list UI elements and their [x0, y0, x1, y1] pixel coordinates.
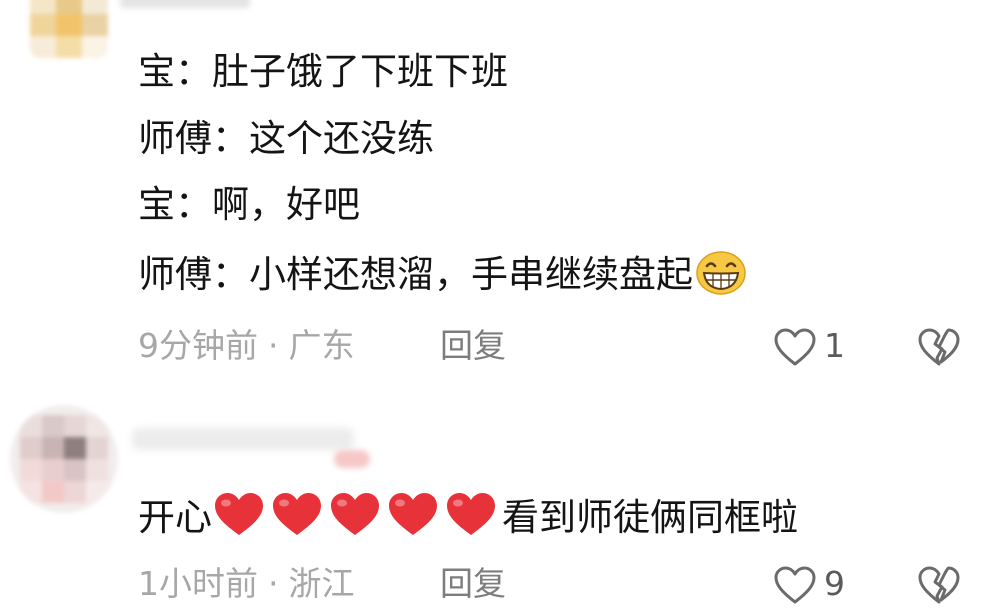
meta-separator: ·: [268, 326, 279, 365]
heart-emoji-group: [212, 490, 502, 550]
heart-outline-icon[interactable]: [772, 564, 818, 606]
comment-time: 1小时前: [138, 564, 258, 603]
comment-text: 看到师徒俩同框啦: [502, 496, 798, 539]
comment-time: 9分钟前: [138, 326, 258, 365]
broken-heart-icon[interactable]: [916, 326, 962, 368]
like-count: 9: [824, 564, 845, 603]
reply-button[interactable]: 回复: [440, 564, 506, 604]
comment-location: 浙江: [288, 564, 355, 603]
comment-line-text: 师傅：小样还想溜，手串继续盘起: [138, 253, 693, 296]
username-blurred[interactable]: [120, 0, 250, 8]
comment-location: 广东: [288, 326, 355, 365]
comment-meta: 1小时前 · 浙江: [138, 564, 355, 604]
comment-meta: 9分钟前 · 广东: [138, 326, 355, 366]
red-heart-icon: [447, 493, 495, 535]
comment-line: 开心 看到师徒俩同框啦: [138, 490, 798, 550]
red-heart-icon: [215, 493, 263, 535]
comment-line: 师傅：小样还想溜，手串继续盘起: [138, 250, 747, 297]
red-heart-icon: [331, 493, 379, 535]
meta-separator: ·: [268, 564, 279, 603]
avatar[interactable]: [30, 0, 108, 58]
comment-line: 宝：肚子饿了下班下班: [138, 50, 508, 93]
comment-list: 宝：肚子饿了下班下班 师傅：这个还没练 宝：啊，好吧 师傅：小样还想溜，手串继续…: [0, 0, 1008, 616]
comment-line: 宝：啊，好吧: [138, 183, 360, 226]
broken-heart-icon[interactable]: [916, 564, 962, 606]
username-blurred[interactable]: [132, 428, 354, 450]
reply-button[interactable]: 回复: [440, 326, 506, 366]
like-count: 1: [824, 326, 845, 365]
red-heart-icon: [273, 493, 321, 535]
comment-text: 开心: [138, 496, 212, 539]
avatar[interactable]: [10, 405, 118, 513]
heart-outline-icon[interactable]: [772, 326, 818, 368]
grinning-face-icon: [696, 251, 746, 295]
comment-line: 师傅：这个还没练: [138, 117, 434, 160]
red-heart-icon: [389, 493, 437, 535]
user-badge: [334, 450, 370, 468]
